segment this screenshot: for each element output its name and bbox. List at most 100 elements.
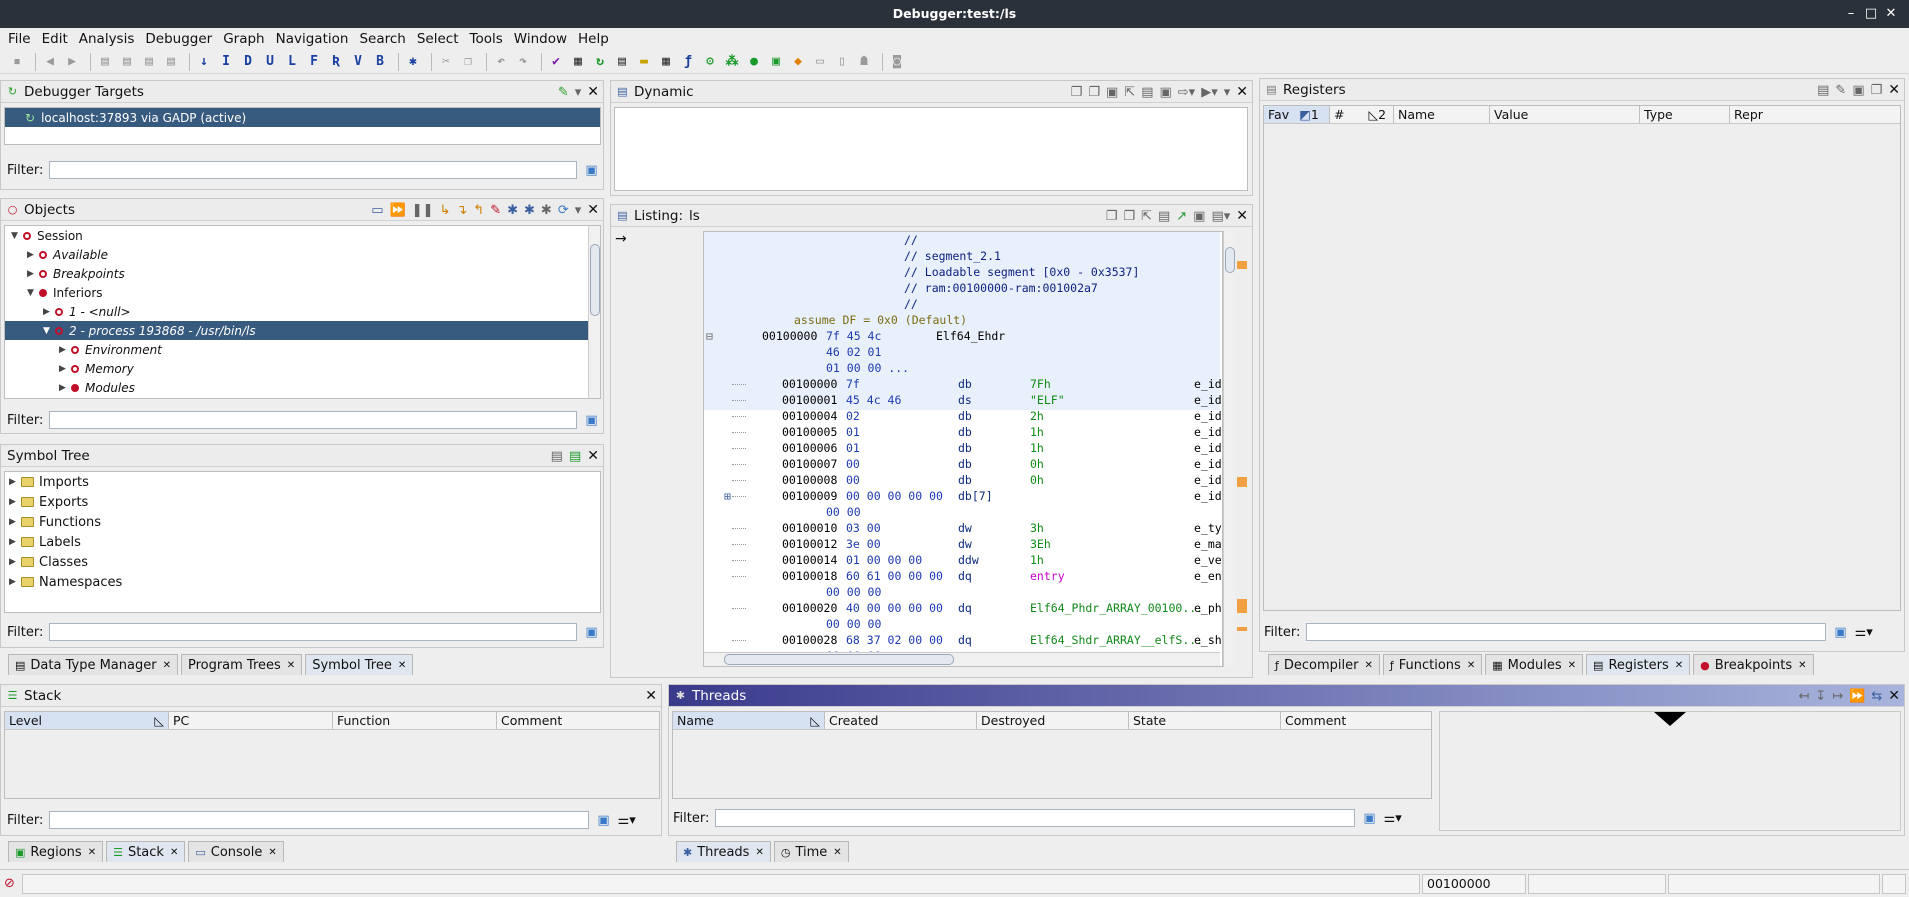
column-filter-icon[interactable]: ⚌▾ (618, 813, 636, 828)
symbol-tree-item-namespaces[interactable]: ▶ Namespaces (9, 572, 122, 592)
listing-line[interactable]: // ram:00100000-ram:001002a7 (704, 280, 1220, 296)
objects-scrollbar[interactable] (588, 226, 600, 398)
sync-icon[interactable]: ⇆ (1871, 689, 1882, 704)
listing-view[interactable]: // // segment_2.1 // Loadable segment [0x0… (703, 231, 1223, 667)
object-tree-row[interactable]: ▶ Modules (5, 378, 588, 397)
scissors-icon[interactable]: ✂ (437, 53, 455, 71)
scrollbar-thumb[interactable] (590, 244, 600, 316)
tab-program-trees[interactable]: Program Trees ✕ (180, 654, 303, 675)
close-tab-icon[interactable]: ✕ (268, 847, 276, 858)
symbol-tree-filter-input[interactable] (49, 623, 578, 641)
symbol-tree-item-functions[interactable]: ▶ Functions (9, 512, 101, 532)
listing-hscrollbar[interactable] (704, 652, 1220, 666)
resume-icon[interactable]: ⏩ (390, 203, 406, 218)
gear-icon[interactable]: ⚙ (701, 53, 719, 71)
toolbar-glyph-i[interactable]: I (217, 53, 235, 71)
breakpoint-icon[interactable]: ✎ (490, 203, 501, 218)
close-window-icon[interactable]: ✕ (1883, 0, 1899, 28)
expanded-arrow-icon[interactable]: ▼ (11, 231, 23, 241)
filter-options-icon[interactable]: ▣ (585, 625, 597, 640)
grid-icon[interactable]: ▦ (657, 53, 675, 71)
nav-next-data-icon[interactable]: ▤ (118, 53, 136, 71)
toolbar-glyph-d[interactable]: D (239, 53, 257, 71)
tab-regions[interactable]: ▣ Regions ✕ (8, 841, 104, 862)
filter-options-icon[interactable]: ▣ (585, 163, 597, 178)
expanded-arrow-icon[interactable]: ▼ (27, 288, 39, 298)
split-icon[interactable]: ▯ (833, 53, 851, 71)
collapsed-arrow-icon[interactable]: ▶ (59, 345, 71, 355)
symbol-tree-item-labels[interactable]: ▶ Labels (9, 532, 81, 552)
expand-icon[interactable]: ⊞ (724, 488, 731, 504)
step-forward-icon[interactable]: ↦ (1832, 689, 1843, 704)
object-tree-row[interactable]: ▶ Environment (5, 340, 588, 359)
extension-icon[interactable]: ◙ (888, 53, 906, 71)
select-registers-icon[interactable]: ▤ (1817, 83, 1829, 98)
tab-time[interactable]: ◷ Time ✕ (773, 841, 849, 862)
close-tab-icon[interactable]: ✕ (170, 847, 178, 858)
close-tab-icon[interactable]: ✕ (398, 660, 406, 671)
listing-line[interactable]: 00100000 7f 45 4c Elf64_Ehdr ⊟ (704, 328, 1220, 344)
close-tab-icon[interactable]: ✕ (287, 660, 295, 671)
tab-threads[interactable]: ✱ Threads ✕ (676, 841, 771, 862)
column-name[interactable]: Name (1394, 106, 1490, 123)
object-tree-row[interactable]: ▼ Session (5, 226, 588, 245)
snapshot-icon[interactable]: ▣ (1106, 85, 1118, 100)
listing-line[interactable]: 00 00 00 (704, 584, 1220, 600)
copy-icon[interactable]: ❐ (1071, 85, 1083, 100)
object-tree-row[interactable]: ▼ Inferiors (5, 283, 588, 302)
listing-line[interactable]: 01 00 00 ... (704, 360, 1220, 376)
expanded-arrow-icon[interactable]: ▼ (43, 326, 55, 336)
tab-functions[interactable]: ƒ Functions ✕ (1382, 654, 1483, 675)
column-level[interactable]: Level ◺ (5, 712, 169, 729)
folder-icon[interactable]: ▬ (635, 53, 653, 71)
listing-line[interactable]: 00100006 01 db 1h e_id (704, 440, 1222, 456)
toolbar-glyph-r-icon[interactable]: Ʀ (327, 53, 345, 71)
column-function[interactable]: Function (333, 712, 497, 729)
close-panel-icon[interactable]: ✕ (1888, 688, 1900, 704)
object-tree-row[interactable]: ▶ 1 - <null> (5, 302, 588, 321)
resume-icon[interactable]: ⏩ (1849, 689, 1865, 704)
listing-line[interactable]: 00 00 00 (704, 616, 1220, 632)
checkmark-icon[interactable]: ✔ (547, 53, 565, 71)
new-namespace-icon[interactable]: ▤ (569, 449, 581, 464)
symbol-tree-item-imports[interactable]: ▶ Imports (9, 472, 89, 492)
timeline-cursor-icon[interactable] (1654, 712, 1686, 726)
scrollbar-thumb[interactable] (724, 654, 954, 665)
copy-icon[interactable]: ❐ (1871, 83, 1883, 98)
column-pc[interactable]: PC (169, 712, 333, 729)
column-created[interactable]: Created (825, 712, 977, 729)
field-icon[interactable]: ▤ (1158, 209, 1170, 224)
close-panel-icon[interactable]: ✕ (587, 448, 599, 464)
tab-decompiler[interactable]: ƒ Decompiler ✕ (1268, 654, 1380, 675)
diamond-icon[interactable]: ◆ (789, 53, 807, 71)
menu-search[interactable]: Search (359, 31, 405, 47)
back-icon[interactable]: ◀ (41, 53, 59, 71)
tab-data-type-manager[interactable]: ▤ Data Type Manager ✕ (8, 654, 178, 675)
symbol-tree-item-exports[interactable]: ▶ Exports (9, 492, 88, 512)
collapse-icon[interactable]: ⊟ (706, 328, 713, 344)
edit-icon[interactable]: ✎ (1835, 83, 1846, 98)
menu-edit[interactable]: Edit (42, 31, 68, 47)
column-number[interactable]: # ◺2 (1330, 106, 1394, 123)
menu-help[interactable]: Help (578, 31, 609, 47)
thread-timeline[interactable] (1439, 711, 1901, 831)
down-arrow-icon[interactable]: ↓ (195, 53, 213, 71)
listing-line[interactable]: 00100009 00 00 00 00 00 db[7] e_id ⊞ (704, 488, 1222, 504)
close-panel-icon[interactable]: ✕ (1888, 82, 1900, 98)
filter-options-icon[interactable]: ▣ (597, 813, 609, 828)
collapsed-arrow-icon[interactable]: ▶ (9, 477, 21, 487)
menu-tools[interactable]: Tools (470, 31, 503, 47)
listing-vscrollbar[interactable] (1223, 231, 1235, 667)
close-tab-icon[interactable]: ✕ (1568, 660, 1576, 671)
bug-icon[interactable]: ✱ (404, 53, 422, 71)
minimize-icon[interactable]: – (1843, 0, 1859, 28)
step-into-icon[interactable]: ↳ (439, 203, 450, 218)
stack-filter-input[interactable] (49, 811, 590, 829)
step-over-icon[interactable]: ↴ (456, 203, 467, 218)
menu-file[interactable]: File (8, 31, 31, 47)
tab-stack[interactable]: ☰ Stack ✕ (106, 841, 186, 862)
collapsed-arrow-icon[interactable]: ▶ (27, 250, 39, 260)
cursor-icon[interactable]: ⇱ (1124, 85, 1135, 100)
listing-line[interactable]: // Loadable segment [0x0 - 0x3537] (704, 264, 1220, 280)
close-tab-icon[interactable]: ✕ (1467, 660, 1475, 671)
